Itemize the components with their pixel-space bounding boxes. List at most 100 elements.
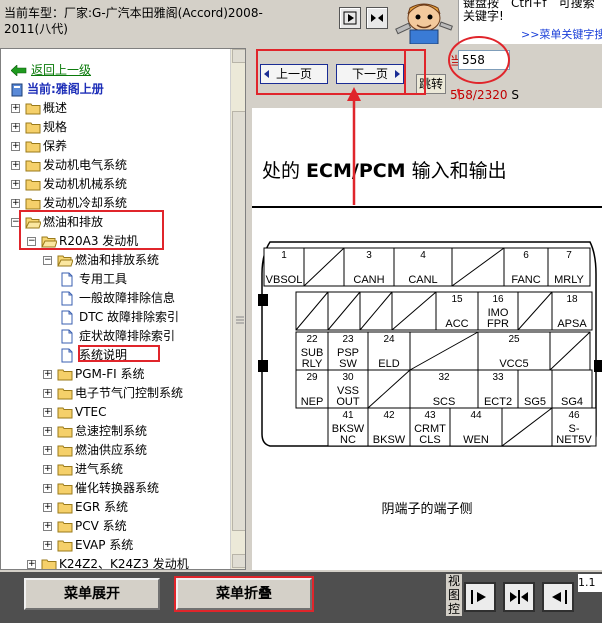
tree-folder-item[interactable]: + 发动机机械系统 — [1, 175, 230, 194]
back-link-label: 返回上一级 — [31, 63, 92, 77]
expand-icon[interactable]: + — [11, 161, 20, 170]
tree-folder-item[interactable]: + 电子节气门控制系统 — [1, 384, 230, 403]
tree-item-label: VTEC — [75, 405, 107, 419]
tree-item-label: 催化转换器系统 — [75, 481, 160, 495]
nav-split-button[interactable] — [366, 7, 388, 29]
tree-leaf-item[interactable]: DTC 故障排除索引 — [1, 308, 230, 327]
expand-icon[interactable]: + — [43, 541, 52, 550]
scroll-up-button[interactable] — [232, 49, 245, 63]
expand-icon[interactable]: + — [43, 522, 52, 531]
terminal-label: CANL — [408, 274, 437, 286]
terminal-label: ECT2 — [484, 396, 512, 408]
folder-icon — [57, 483, 73, 495]
tree-folder-item[interactable]: + 燃油供应系统 — [1, 441, 230, 460]
scroll-thumb[interactable] — [232, 111, 245, 531]
view-right-button[interactable] — [464, 582, 496, 612]
tree-item-label: 燃油供应系统 — [75, 443, 148, 457]
tree-folder-item[interactable]: + PGM-FI 系统 — [1, 365, 230, 384]
tree-folder-item[interactable]: + VTEC — [1, 403, 230, 422]
folder-icon — [57, 521, 73, 533]
terminal-label: APSA — [557, 318, 587, 330]
expand-icon[interactable]: + — [43, 503, 52, 512]
tree-item-label: 进气系统 — [75, 462, 124, 476]
terminal-label: BKSW — [373, 434, 406, 446]
tree-item-label: 发动机机械系统 — [43, 177, 128, 191]
expand-icon[interactable]: + — [43, 408, 52, 417]
navigation-tree: 返回上一级 当前:雅阁上册 + 概述 + 规格 + 保养 + 发动机电气系统 + 发动机机械系统 +… — [1, 49, 230, 569]
expand-icon[interactable]: + — [27, 560, 36, 569]
expand-icon[interactable]: + — [43, 465, 52, 474]
split-view-icon — [371, 14, 383, 22]
highlight-fuel-emission — [19, 210, 164, 250]
terminal-label: NEP — [301, 396, 324, 408]
folder-icon — [25, 141, 41, 153]
document-icon — [61, 348, 73, 363]
tree-folder-item[interactable]: + EGR 系统 — [1, 498, 230, 517]
tree-folder-item[interactable]: + EVAP 系统 — [1, 536, 230, 555]
terminal-label: ELD — [378, 358, 399, 370]
expand-icon[interactable]: + — [43, 446, 52, 455]
expand-menu-button[interactable]: 菜单展开 — [24, 578, 160, 610]
terminal-label: SCS — [433, 396, 456, 408]
tree-folder-item[interactable]: + 发动机电气系统 — [1, 156, 230, 175]
scroll-down-button[interactable] — [232, 554, 245, 568]
expand-icon[interactable]: + — [11, 123, 20, 132]
play-left-icon — [552, 590, 567, 604]
terminal-number: 18 — [566, 294, 578, 305]
tree-folder-item[interactable]: + 规格 — [1, 118, 230, 137]
tree-folder-item[interactable]: + 概述 — [1, 99, 230, 118]
annotation-arrows — [347, 87, 460, 205]
view-left-button[interactable] — [542, 582, 574, 612]
document-icon — [61, 291, 73, 306]
folder-icon — [41, 559, 57, 569]
folder-icon — [25, 103, 41, 115]
heading-prefix: 处的 — [262, 160, 307, 182]
tree-item-label: 规格 — [43, 120, 68, 134]
tree-folder-item[interactable]: + PCV 系统 — [1, 517, 230, 536]
tree-item-label: 专用工具 — [79, 272, 128, 286]
car-model-title: 当前车型：厂家:G-广汽本田雅阁(Accord)2008-2011(八代) — [4, 6, 263, 36]
folder-icon — [25, 160, 41, 172]
terminal-number: 23 — [342, 334, 354, 345]
tree-folder-item[interactable]: + 怠速控制系统 — [1, 422, 230, 441]
terminal-number: 4 — [420, 250, 426, 261]
tree-scrollbar[interactable] — [230, 49, 245, 569]
tree-leaf-item[interactable]: 一般故障排除信息 — [1, 289, 230, 308]
tree-leaf-item[interactable]: 症状故障排除索引 — [1, 327, 230, 346]
terminal-number: 16 — [492, 294, 504, 305]
tree-item-label: 怠速控制系统 — [75, 424, 148, 438]
expand-icon[interactable]: + — [11, 142, 20, 151]
tree-folder-item[interactable]: + 保养 — [1, 137, 230, 156]
terminal-label: NET5V — [556, 434, 592, 446]
tree-item-label: 一般故障排除信息 — [79, 291, 176, 305]
view-split-button[interactable] — [503, 582, 535, 612]
terminal-number: 15 — [451, 294, 463, 305]
tree-folder-item[interactable]: + 催化转换器系统 — [1, 479, 230, 498]
tree-folder-item[interactable]: + K24Z2、K24Z3 发动机 — [1, 555, 230, 569]
expand-icon[interactable]: + — [43, 484, 52, 493]
search-tip-text: 键盘按 Ctrl+f 可搜索关键字! — [463, 0, 595, 23]
terminal-number: 41 — [342, 410, 354, 421]
expand-icon[interactable]: + — [43, 389, 52, 398]
menu-keyword-search-link[interactable]: >>菜单关键字搜索< — [521, 26, 602, 42]
collapse-menu-button[interactable]: 菜单折叠 — [174, 576, 314, 612]
expand-icon[interactable]: + — [11, 199, 20, 208]
expand-icon[interactable]: + — [11, 180, 20, 189]
terminal-number: 6 — [523, 250, 529, 261]
document-icon — [61, 272, 73, 287]
terminal-label: OUT — [336, 396, 360, 408]
terminal-caption: 阴端子的端子侧 — [381, 502, 473, 517]
expand-icon[interactable]: + — [43, 370, 52, 379]
tree-folder-item[interactable]: − 燃油和排放系统 — [1, 251, 230, 270]
expand-icon[interactable]: + — [11, 104, 20, 113]
expand-icon[interactable]: + — [43, 427, 52, 436]
terminal-number: 44 — [470, 410, 482, 421]
folder-icon — [25, 198, 41, 210]
collapse-icon[interactable]: − — [43, 256, 52, 265]
tree-folder-item[interactable]: + 进气系统 — [1, 460, 230, 479]
terminal-number: 43 — [424, 410, 436, 421]
header-bar: 当前车型：厂家:G-广汽本田雅阁(Accord)2008-2011(八代) 键盘… — [0, 0, 602, 45]
tree-leaf-item[interactable]: 专用工具 — [1, 270, 230, 289]
nav-forward-button[interactable] — [339, 7, 361, 29]
terminal-label: CANH — [353, 274, 384, 286]
